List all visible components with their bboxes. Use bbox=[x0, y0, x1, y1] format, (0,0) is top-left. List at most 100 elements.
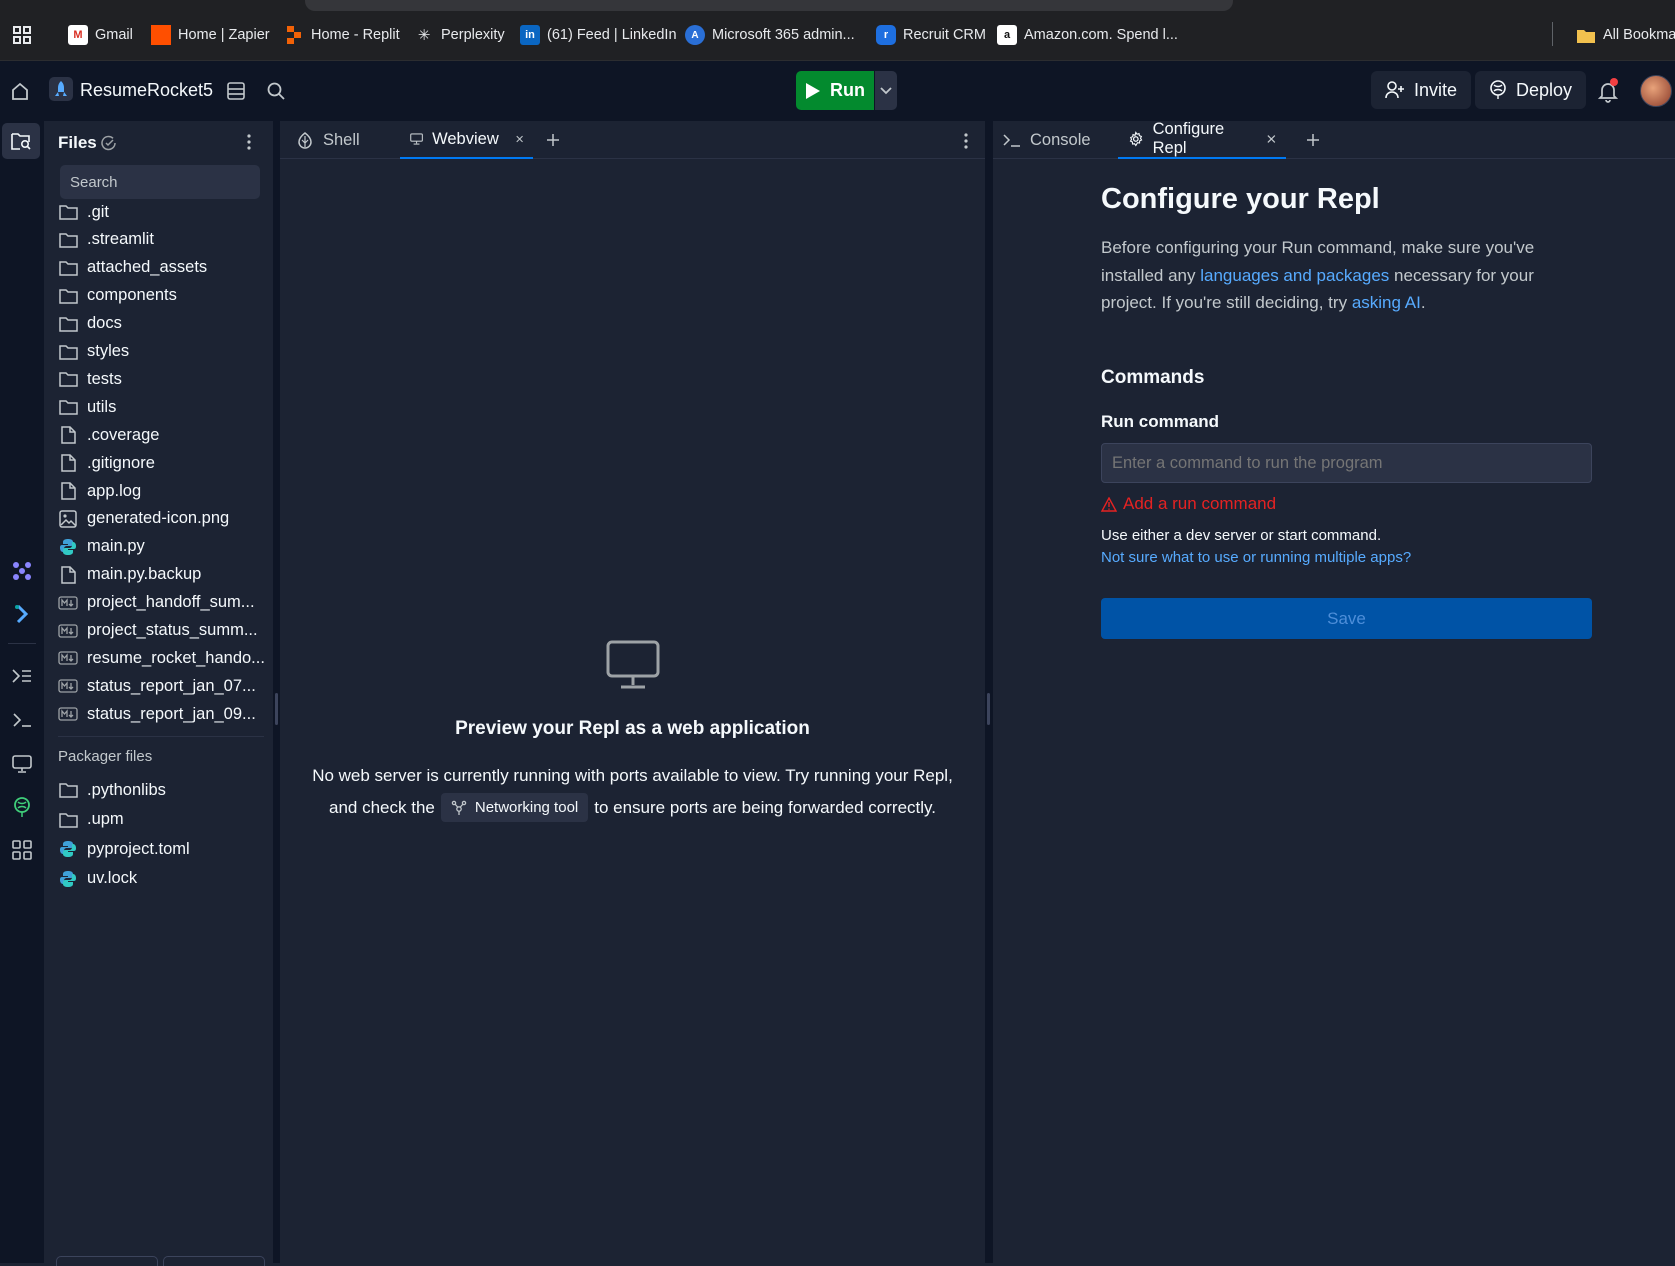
bookmark-microsoft[interactable]: A Microsoft 365 admin... bbox=[685, 24, 855, 46]
folder-icon bbox=[58, 258, 78, 278]
file-tree-item[interactable]: .streamlit bbox=[58, 226, 154, 254]
file-tree-item[interactable]: .gitignore bbox=[58, 449, 155, 477]
bookmark-recruit-crm[interactable]: r Recruit CRM bbox=[876, 24, 986, 46]
file-tree-item[interactable]: project_handoff_sum... bbox=[58, 589, 255, 617]
python-icon bbox=[58, 537, 78, 557]
run-command-input[interactable] bbox=[1101, 443, 1592, 483]
file-tree-item[interactable]: main.py.backup bbox=[58, 561, 201, 589]
files-footer-button[interactable] bbox=[163, 1256, 265, 1266]
save-button[interactable]: Save bbox=[1101, 598, 1592, 639]
files-menu-icon[interactable] bbox=[246, 133, 252, 151]
pane-menu-icon[interactable] bbox=[963, 132, 969, 150]
all-tools-icon[interactable] bbox=[10, 838, 34, 862]
file-tree-item[interactable]: status_report_jan_09... bbox=[58, 700, 256, 728]
packager-file-item[interactable]: .upm bbox=[58, 806, 124, 834]
run-command-label: Run command bbox=[1101, 412, 1220, 431]
shell-icon bbox=[298, 132, 312, 149]
file-tree-item[interactable]: .git bbox=[58, 198, 109, 226]
console-icon[interactable] bbox=[10, 708, 34, 732]
file-name: status_report_jan_09... bbox=[87, 704, 256, 723]
tab-webview[interactable]: Webview bbox=[400, 121, 533, 159]
file-name: pyproject.toml bbox=[87, 839, 190, 858]
folder-icon bbox=[58, 202, 78, 222]
asking-ai-link[interactable]: asking AI bbox=[1352, 293, 1421, 312]
new-tab-plus-icon[interactable] bbox=[1306, 133, 1320, 147]
files-footer-button[interactable] bbox=[56, 1256, 158, 1266]
tab-console[interactable]: Console bbox=[993, 121, 1118, 159]
files-search-input[interactable]: Search bbox=[60, 165, 260, 199]
close-icon[interactable] bbox=[516, 134, 523, 144]
file-name: uv.lock bbox=[87, 869, 138, 888]
project-avatar-icon[interactable] bbox=[49, 77, 73, 101]
right-tabbar: Console Configure Repl bbox=[993, 120, 1675, 159]
file-tree-item[interactable]: utils bbox=[58, 393, 116, 421]
file-tree-item[interactable]: resume_rocket_hando... bbox=[58, 644, 265, 672]
file-tree-item[interactable]: .coverage bbox=[58, 421, 159, 449]
notification-dot bbox=[1610, 78, 1618, 86]
files-rail-button[interactable] bbox=[2, 123, 40, 159]
bookmark-linkedin[interactable]: in (61) Feed | LinkedIn bbox=[520, 24, 677, 46]
file-icon bbox=[58, 425, 78, 445]
search-icon[interactable] bbox=[266, 81, 286, 101]
project-name[interactable]: ResumeRocket5 bbox=[80, 80, 213, 101]
help-link[interactable]: Not sure what to use or running multiple… bbox=[1101, 549, 1411, 566]
bookmark-amazon[interactable]: a Amazon.com. Spend l... bbox=[997, 24, 1178, 46]
invite-button[interactable]: Invite bbox=[1371, 71, 1472, 109]
file-tree-item[interactable]: generated-icon.png bbox=[58, 505, 229, 533]
file-name: utils bbox=[87, 397, 117, 416]
bookmark-gmail[interactable]: M Gmail bbox=[68, 24, 133, 46]
file-tree-item[interactable]: tests bbox=[58, 365, 122, 393]
new-tab-plus-icon[interactable] bbox=[546, 133, 560, 147]
apps-grid-icon[interactable] bbox=[12, 25, 32, 45]
files-title: Files bbox=[58, 133, 97, 152]
bookmark-zapier[interactable]: Home | Zapier bbox=[151, 24, 270, 46]
assistant-icon[interactable] bbox=[10, 602, 34, 626]
file-tree-item[interactable]: attached_assets bbox=[58, 254, 207, 282]
packager-file-item[interactable]: uv.lock bbox=[58, 865, 137, 893]
markdown-icon bbox=[58, 593, 78, 613]
packager-file-item[interactable]: pyproject.toml bbox=[58, 835, 190, 863]
resize-handle[interactable] bbox=[987, 693, 990, 725]
tab-label: Console bbox=[1030, 130, 1091, 149]
preview-description-line2: and check the Networking tool to ensure … bbox=[280, 793, 985, 822]
close-icon[interactable] bbox=[1267, 134, 1276, 144]
files-panel: Files Search .git .streamlit attached_asse… bbox=[49, 121, 273, 1266]
notifications-bell-icon[interactable] bbox=[1598, 78, 1618, 103]
file-tree-item[interactable]: main.py bbox=[58, 533, 145, 561]
configure-heading: Configure your Repl bbox=[1101, 183, 1380, 215]
file-tree-item[interactable]: docs bbox=[58, 310, 122, 338]
database-icon[interactable] bbox=[226, 81, 246, 101]
tab-shell[interactable]: Shell bbox=[286, 121, 396, 159]
microsoft-icon: A bbox=[685, 25, 705, 45]
file-tree-item[interactable]: status_report_jan_07... bbox=[58, 672, 256, 700]
languages-packages-link[interactable]: languages and packages bbox=[1200, 266, 1389, 285]
bookmark-perplexity[interactable]: ✳ Perplexity bbox=[414, 24, 505, 46]
deployments-icon[interactable] bbox=[10, 795, 34, 819]
file-name: .pythonlibs bbox=[87, 780, 166, 799]
file-name: tests bbox=[87, 369, 122, 388]
webview-icon[interactable] bbox=[10, 752, 34, 776]
preview-text: and check the bbox=[329, 797, 435, 817]
agent-icon[interactable] bbox=[10, 559, 34, 583]
packager-file-item[interactable]: .pythonlibs bbox=[58, 776, 166, 804]
folder-icon bbox=[58, 314, 78, 334]
file-tree-item[interactable]: styles bbox=[58, 338, 129, 366]
home-icon[interactable] bbox=[10, 81, 30, 101]
run-button[interactable]: Run bbox=[796, 71, 874, 110]
file-icon bbox=[58, 481, 78, 501]
bookmarks-bar: M Gmail Home | Zapier Home - Replit ✳ Pe… bbox=[0, 0, 1675, 61]
run-options-button[interactable] bbox=[875, 71, 897, 110]
configure-pane: Console Configure Repl Configure your Re… bbox=[993, 120, 1675, 1263]
resize-handle[interactable] bbox=[275, 693, 278, 725]
tab-configure-repl[interactable]: Configure Repl bbox=[1118, 120, 1286, 159]
networking-tool-chip[interactable]: Networking tool bbox=[440, 793, 589, 822]
bookmark-label: Microsoft 365 admin... bbox=[712, 27, 855, 43]
tasks-icon[interactable] bbox=[10, 664, 34, 688]
deploy-button[interactable]: Deploy bbox=[1475, 71, 1587, 109]
file-tree-item[interactable]: app.log bbox=[58, 477, 141, 505]
bookmark-replit[interactable]: Home - Replit bbox=[284, 24, 400, 46]
all-bookmarks[interactable]: All Bookmar bbox=[1576, 24, 1675, 46]
file-tree-item[interactable]: project_status_summ... bbox=[58, 617, 258, 645]
file-tree-item[interactable]: components bbox=[58, 282, 177, 310]
user-avatar[interactable] bbox=[1640, 75, 1672, 107]
